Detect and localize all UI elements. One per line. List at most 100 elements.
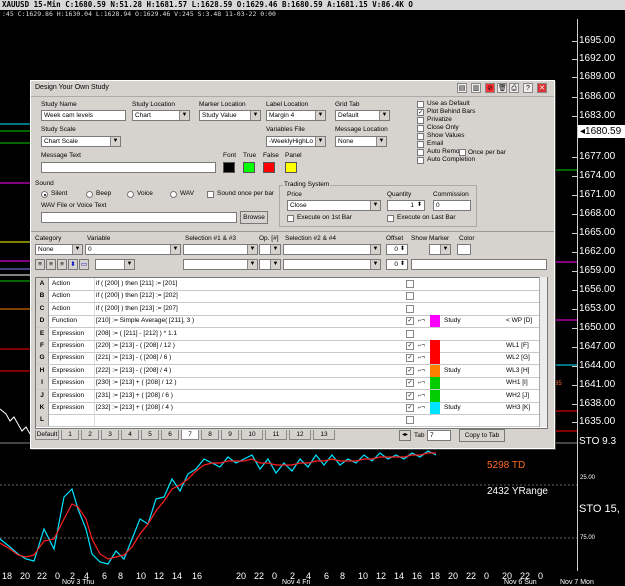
row-formula[interactable]: if ( [200] ) then [211] := [201]	[96, 278, 401, 290]
row-color-swatch[interactable]	[430, 340, 440, 352]
row-show-checkbox[interactable]	[406, 292, 414, 301]
expression-preview-input[interactable]	[411, 259, 547, 270]
row-key[interactable]: B	[36, 290, 49, 303]
copy-to-tab-button[interactable]: Copy to Tab	[459, 429, 505, 442]
sound-once-checkbox[interactable]	[207, 191, 214, 198]
trash-icon[interactable]: 🗑	[497, 83, 507, 93]
true-color-swatch[interactable]	[243, 162, 255, 173]
row-type[interactable]: Expression	[50, 327, 95, 340]
row-key[interactable]: F	[36, 340, 49, 352]
row-type[interactable]: Expression	[50, 377, 95, 390]
false-color-swatch[interactable]	[263, 162, 275, 173]
table-row[interactable]: L	[36, 414, 547, 428]
sub-category-select[interactable]: ▼	[95, 259, 135, 270]
commission-input[interactable]: 0	[433, 200, 471, 211]
study-scale-select[interactable]: Chart Scale ▼	[41, 136, 121, 147]
row-formula[interactable]: [221] := [213] - ( [208] / 6 )	[96, 352, 401, 364]
marker-select[interactable]: ▼	[429, 244, 451, 255]
category-select[interactable]: None ▼	[35, 244, 83, 255]
chevron-down-icon[interactable]: ▼	[250, 111, 260, 120]
chevron-down-icon[interactable]: ▼	[110, 137, 120, 146]
table-row[interactable]: H Expression [222] := [213] - ( [208] / 4 …	[36, 364, 547, 378]
table-row[interactable]: K Expression [232] := [213] + ( [208] / 4 …	[36, 402, 547, 415]
chevron-down-icon[interactable]: ▼	[315, 137, 325, 146]
row-type[interactable]: Action	[50, 290, 95, 303]
move-up-down-icon[interactable]: ⬍	[68, 259, 78, 270]
tab-default[interactable]: Default	[35, 430, 59, 440]
tab-12[interactable]: 12	[289, 430, 311, 440]
row-formula[interactable]	[96, 414, 401, 426]
row-key[interactable]: C	[36, 302, 49, 315]
chevron-down-icon[interactable]: ▼	[170, 245, 180, 254]
row-type[interactable]: Action	[50, 302, 95, 315]
exec-last-bar-checkbox[interactable]	[387, 215, 394, 222]
row-show-checkbox[interactable]	[406, 416, 414, 425]
selection3-select[interactable]: ▼	[183, 259, 258, 270]
row-color-swatch[interactable]	[430, 352, 440, 365]
row-key[interactable]: A	[36, 278, 49, 290]
tab-number-input[interactable]: 7	[427, 430, 451, 441]
study-location-select[interactable]: Chart ▼	[132, 110, 190, 121]
sound-voice-radio[interactable]	[127, 191, 134, 198]
chevron-down-icon[interactable]: ▼	[247, 245, 257, 254]
op2-select[interactable]: ▼	[259, 259, 281, 270]
row-color-swatch[interactable]	[430, 389, 440, 402]
row-show-checkbox[interactable]	[406, 329, 414, 338]
message-location-select[interactable]: None ▼	[335, 136, 387, 147]
dialog-titlebar[interactable]: Design Your Own Study ▤ ▥ ⊘ 🗑 ⎙ ? ✕	[31, 81, 554, 97]
chevron-down-icon[interactable]: ▼	[376, 137, 386, 146]
once-per-bar-checkbox[interactable]	[459, 149, 466, 156]
row-key[interactable]: E	[36, 327, 49, 340]
row-formula[interactable]: [220] := [213] - ( [208] / 12 )	[96, 340, 401, 352]
chevron-down-icon[interactable]: ▼	[440, 245, 450, 254]
table-row[interactable]: I Expression [230] := [213] + ( [208] / 12…	[36, 377, 547, 391]
option-checkbox[interactable]	[417, 157, 424, 164]
option-checkbox[interactable]: ✓	[417, 109, 424, 116]
chevron-down-icon[interactable]: ▼	[270, 245, 280, 254]
tab-11[interactable]: 11	[265, 430, 287, 440]
tab-5[interactable]: 5	[141, 430, 159, 440]
insert-row-icon[interactable]: ▭	[79, 259, 89, 270]
row-show-checkbox[interactable]: ✓	[406, 317, 414, 326]
tab-6[interactable]: 6	[161, 430, 179, 440]
row-formula[interactable]: [210] := Simple Average( [211], 3 )	[96, 315, 401, 327]
stepper-arrows-icon[interactable]: ⬍	[398, 245, 407, 254]
option-checkbox[interactable]	[417, 125, 424, 132]
row-formula[interactable]: if ( [200] ) then [212] := [202]	[96, 290, 401, 302]
row-formula[interactable]: [231] := [213] + ( [208] / 6 )	[96, 390, 401, 402]
option-checkbox[interactable]	[417, 117, 424, 124]
chevron-down-icon[interactable]: ▼	[270, 260, 280, 269]
close-icon[interactable]: ✕	[537, 83, 547, 93]
stepper-arrows-icon[interactable]: ⬍	[398, 260, 407, 269]
row-key[interactable]: K	[36, 402, 49, 414]
row-show-checkbox[interactable]: ✓	[406, 354, 414, 363]
row-type[interactable]	[50, 414, 95, 427]
align-center-icon[interactable]: ≡	[46, 259, 56, 270]
selection24-select[interactable]: ▼	[283, 244, 381, 255]
row-show-checkbox[interactable]	[406, 304, 414, 313]
table-row[interactable]: E Expression [208] := ( [211] - [212] ) * …	[36, 327, 547, 341]
row-color-swatch[interactable]	[430, 315, 440, 328]
browse-button[interactable]: Browse	[240, 211, 268, 224]
row-key[interactable]: J	[36, 389, 49, 402]
price-select[interactable]: Close ▼	[287, 200, 381, 211]
tab-scroll-icon[interactable]: ◂▸	[399, 430, 411, 441]
chevron-down-icon[interactable]: ▼	[370, 201, 380, 210]
tab-9[interactable]: 9	[221, 430, 239, 440]
row-key[interactable]: L	[36, 414, 49, 427]
row-key[interactable]: H	[36, 364, 49, 377]
chevron-down-icon[interactable]: ▼	[247, 260, 257, 269]
row-formula[interactable]: [208] := ( [211] - [212] ) * 1.1	[96, 328, 401, 340]
tab-10[interactable]: 10	[241, 430, 263, 440]
help-icon[interactable]: ?	[523, 83, 533, 93]
sound-beep-radio[interactable]	[86, 191, 93, 198]
chart-icon[interactable]: ▥	[471, 83, 481, 93]
sheet-icon[interactable]: ▤	[457, 83, 467, 93]
exec-first-bar-checkbox[interactable]	[287, 215, 294, 222]
selection13-select[interactable]: ▼	[183, 244, 258, 255]
table-row[interactable]: J Expression [231] := [213] + ( [208] / 6 …	[36, 389, 547, 403]
tab-7[interactable]: 7	[181, 430, 199, 440]
panel-color-swatch[interactable]	[285, 162, 297, 173]
offset-stepper[interactable]: 0 ⬍	[386, 244, 408, 255]
row-show-checkbox[interactable]	[406, 280, 414, 288]
